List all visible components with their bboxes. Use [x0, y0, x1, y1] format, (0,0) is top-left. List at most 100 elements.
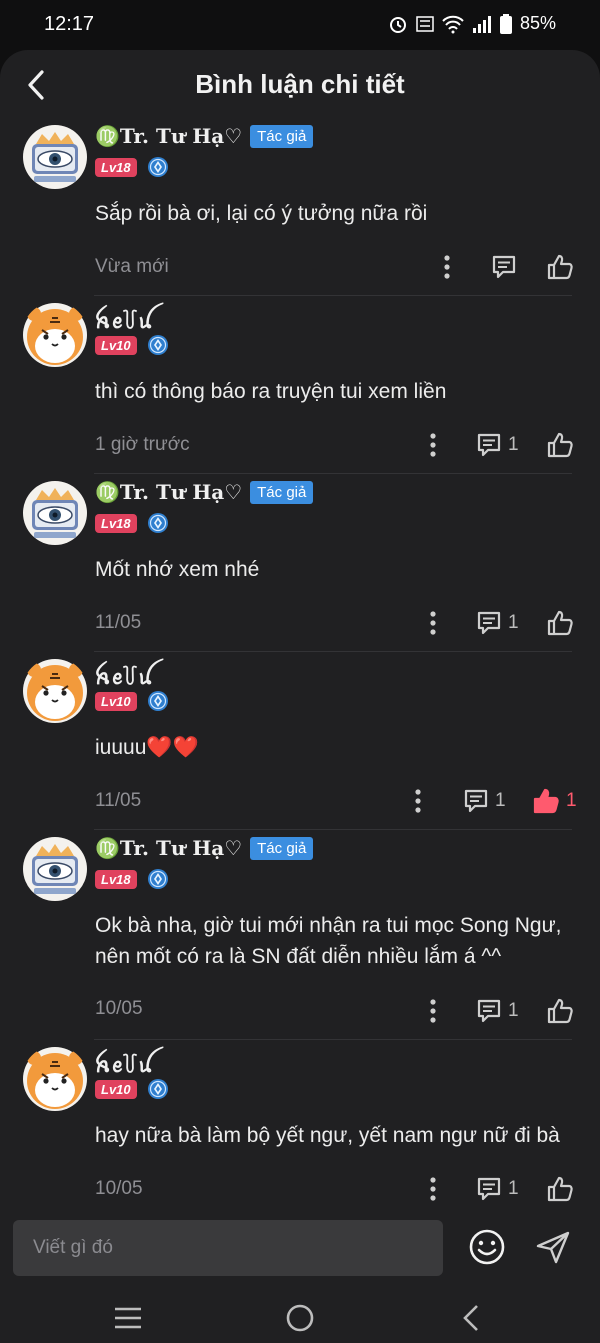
like-button[interactable]: 1	[532, 784, 577, 818]
comment-input[interactable]: Viết gì đó	[13, 1220, 443, 1276]
status-bar: 12:17 85%	[0, 0, 600, 50]
author-badge: Tác giả	[250, 124, 314, 148]
reply-button[interactable]: 1	[476, 994, 519, 1028]
author-name[interactable]: ♍Tr. Tư Hạ♡	[95, 124, 242, 148]
level-badge: Lv10	[95, 691, 137, 711]
comment-icon	[477, 433, 501, 457]
comment-item: ♍Tr. Tư Hạ♡ Tác giả Lv18 Mốt nhớ xem nhé…	[0, 474, 600, 652]
comment-icon	[492, 255, 516, 279]
user-badges: Lv10	[95, 690, 169, 712]
comment-text: hay nữa bà làm bộ yết ngư, yết nam ngư n…	[95, 1124, 560, 1147]
shield-icon	[147, 869, 168, 889]
user-badges: Lv10	[95, 1078, 169, 1100]
level-badge: Lv18	[95, 157, 137, 177]
signal-icon	[472, 15, 491, 33]
volte-icon	[416, 15, 434, 32]
header: Bình luận chi tiết	[0, 50, 600, 120]
avatar[interactable]	[22, 836, 88, 902]
comment-item: ꫝꫀ꒦ꪊ Lv10 hay nữa bà làm bộ yết ngư, yết…	[0, 1040, 600, 1208]
comment-icon	[464, 789, 488, 813]
reply-button[interactable]: 1	[463, 784, 506, 818]
more-vertical-icon[interactable]	[423, 428, 443, 462]
comment-icon	[477, 611, 501, 635]
reply-count: 1	[508, 434, 519, 455]
comment-time: Vừa mới	[95, 256, 169, 277]
composer-bar: Viết gì đó	[0, 1208, 600, 1293]
comment-text: Sắp rồi bà ơi, lại có ý tưởng nữa rồi	[95, 202, 428, 225]
more-vertical-icon[interactable]	[423, 994, 443, 1028]
status-icons: 85%	[388, 13, 556, 34]
level-badge: Lv10	[95, 335, 137, 355]
thumbs-up-icon	[533, 788, 559, 814]
comment-item: ♍Tr. Tư Hạ♡ Tác giả Lv18 Ok bà nha, giờ …	[0, 830, 600, 1040]
more-vertical-icon[interactable]	[423, 606, 443, 640]
comment-item: ꫝꫀ꒦ꪊ Lv10 thì có thông báo ra truyện tui…	[0, 296, 600, 474]
status-time: 12:17	[44, 13, 95, 35]
shield-icon	[147, 1079, 168, 1099]
more-vertical-icon[interactable]	[408, 784, 428, 818]
reply-count: 1	[508, 1178, 519, 1199]
reply-count: 1	[508, 612, 519, 633]
shield-icon	[147, 513, 168, 533]
comment-item: ♍Tr. Tư Hạ♡ Tác giả Lv18 Sắp rồi bà ơi, …	[0, 118, 600, 296]
author-name[interactable]: ♍Tr. Tư Hạ♡	[95, 480, 242, 504]
user-badges: Lv10	[95, 334, 169, 356]
level-badge: Lv18	[95, 869, 137, 889]
author-row: ♍Tr. Tư Hạ♡ Tác giả	[95, 836, 314, 860]
comment-icon	[477, 999, 501, 1023]
comment-detail-panel: Bình luận chi tiết ♍Tr. Tư Hạ♡ Tác giả L…	[0, 50, 600, 1343]
comment-text: iuuuu❤️❤️	[95, 736, 199, 759]
comment-icon	[477, 1177, 501, 1201]
like-button[interactable]	[546, 606, 574, 640]
level-badge: Lv18	[95, 513, 137, 533]
reply-button[interactable]	[491, 250, 517, 284]
smiley-icon[interactable]	[468, 1228, 506, 1266]
reply-button[interactable]: 1	[476, 428, 519, 462]
wifi-icon	[442, 15, 464, 33]
user-badges: Lv18	[95, 512, 169, 534]
reply-button[interactable]: 1	[476, 606, 519, 640]
shield-icon	[147, 157, 168, 177]
thumbs-up-icon	[547, 998, 573, 1024]
send-icon[interactable]	[534, 1228, 572, 1266]
user-badges: Lv18	[95, 868, 169, 890]
user-badges: Lv18	[95, 156, 169, 178]
thumbs-up-icon	[547, 432, 573, 458]
recent-apps-button[interactable]	[111, 1301, 145, 1335]
comment-time: 10/05	[95, 998, 143, 1019]
more-vertical-icon[interactable]	[437, 250, 457, 284]
more-vertical-icon[interactable]	[423, 1172, 443, 1206]
comment-time: 1 giờ trước	[95, 434, 190, 455]
comment-list[interactable]: ♍Tr. Tư Hạ♡ Tác giả Lv18 Sắp rồi bà ơi, …	[0, 118, 600, 1208]
system-nav-bar	[0, 1293, 600, 1343]
like-button[interactable]	[546, 994, 574, 1028]
reply-count: 1	[508, 1000, 519, 1021]
comment-time: 11/05	[95, 790, 142, 811]
comment-text: Mốt nhớ xem nhé	[95, 558, 260, 581]
home-button[interactable]	[283, 1301, 317, 1335]
avatar[interactable]	[22, 1046, 88, 1112]
thumbs-up-icon	[547, 254, 573, 280]
shield-icon	[147, 335, 168, 355]
alarm-icon	[389, 16, 406, 33]
like-button[interactable]	[546, 428, 574, 462]
author-row: ♍Tr. Tư Hạ♡ Tác giả	[95, 124, 314, 148]
avatar[interactable]	[22, 658, 88, 724]
avatar[interactable]	[22, 124, 88, 190]
like-button[interactable]	[546, 1172, 574, 1206]
thumbs-up-icon	[547, 1176, 573, 1202]
battery-icon	[499, 13, 512, 34]
comment-item: ꫝꫀ꒦ꪊ Lv10 iuuuu❤️❤️ 11/05 1 1	[0, 652, 600, 830]
page-title: Bình luận chi tiết	[195, 69, 405, 99]
author-name[interactable]: ♍Tr. Tư Hạ♡	[95, 836, 242, 860]
author-row: ♍Tr. Tư Hạ♡ Tác giả	[95, 480, 314, 504]
reply-button[interactable]: 1	[476, 1172, 519, 1206]
battery-percent: 85%	[519, 13, 556, 33]
reply-count: 1	[495, 790, 506, 811]
avatar[interactable]	[22, 480, 88, 546]
back-nav-button[interactable]	[455, 1301, 489, 1335]
author-badge: Tác giả	[250, 480, 314, 504]
avatar[interactable]	[22, 302, 88, 368]
like-button[interactable]	[546, 250, 574, 284]
author-badge: Tác giả	[250, 836, 314, 860]
